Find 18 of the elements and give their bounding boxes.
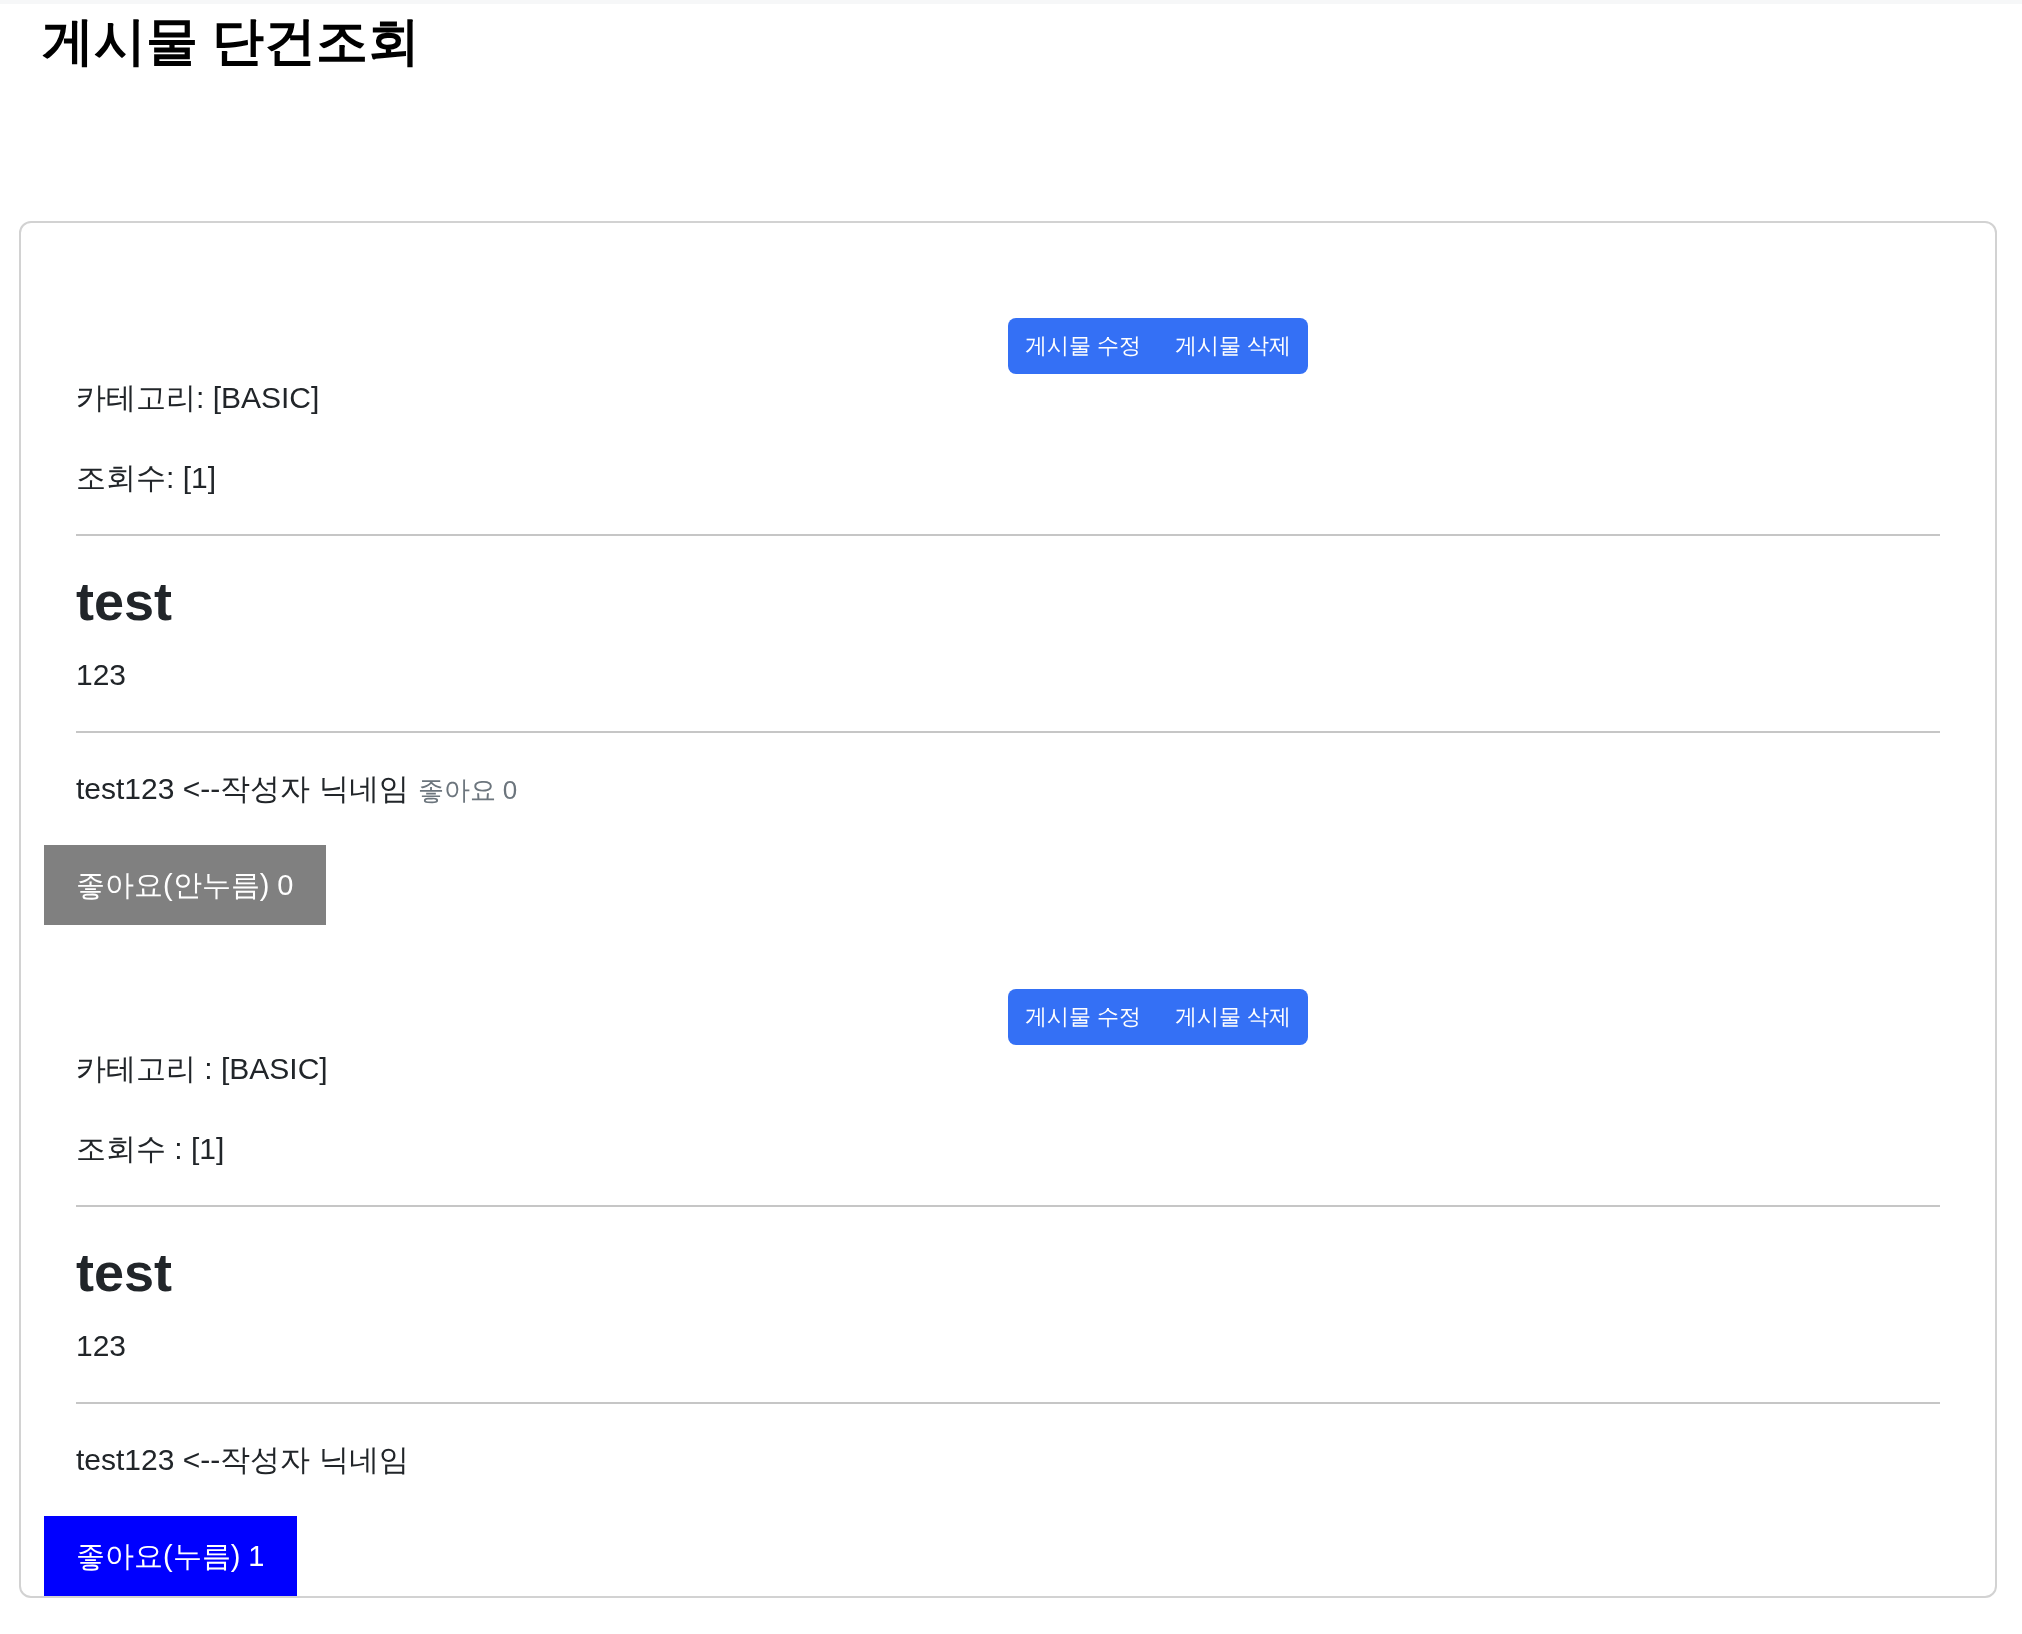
like-button[interactable]: 좋아요(누름) 1	[44, 1516, 297, 1596]
like-button[interactable]: 좋아요(안누름) 0	[44, 845, 326, 925]
edit-button[interactable]: 게시물 수정	[1008, 989, 1159, 1045]
post-body: 123	[76, 657, 128, 693]
page-title: 게시물 단건조회	[42, 11, 421, 72]
edit-button[interactable]: 게시물 수정	[1008, 318, 1159, 374]
delete-button[interactable]: 게시물 삭제	[1158, 318, 1309, 374]
post-title: test	[76, 570, 174, 633]
view-count: 조회수 : [1]	[76, 1131, 226, 1167]
author-nickname: test123 <--작성자 닉네임	[76, 771, 409, 807]
post-body: 123	[76, 1328, 128, 1364]
category-label: 카테고리: [BASIC]	[76, 380, 321, 416]
like-count: 좋아요 0	[417, 774, 518, 807]
author-nickname: test123 <--작성자 닉네임	[76, 1442, 409, 1478]
view-count: 조회수: [1]	[76, 460, 218, 496]
post-title: test	[76, 1241, 174, 1304]
category-label: 카테고리 : [BASIC]	[76, 1051, 329, 1087]
delete-button[interactable]: 게시물 삭제	[1158, 989, 1309, 1045]
